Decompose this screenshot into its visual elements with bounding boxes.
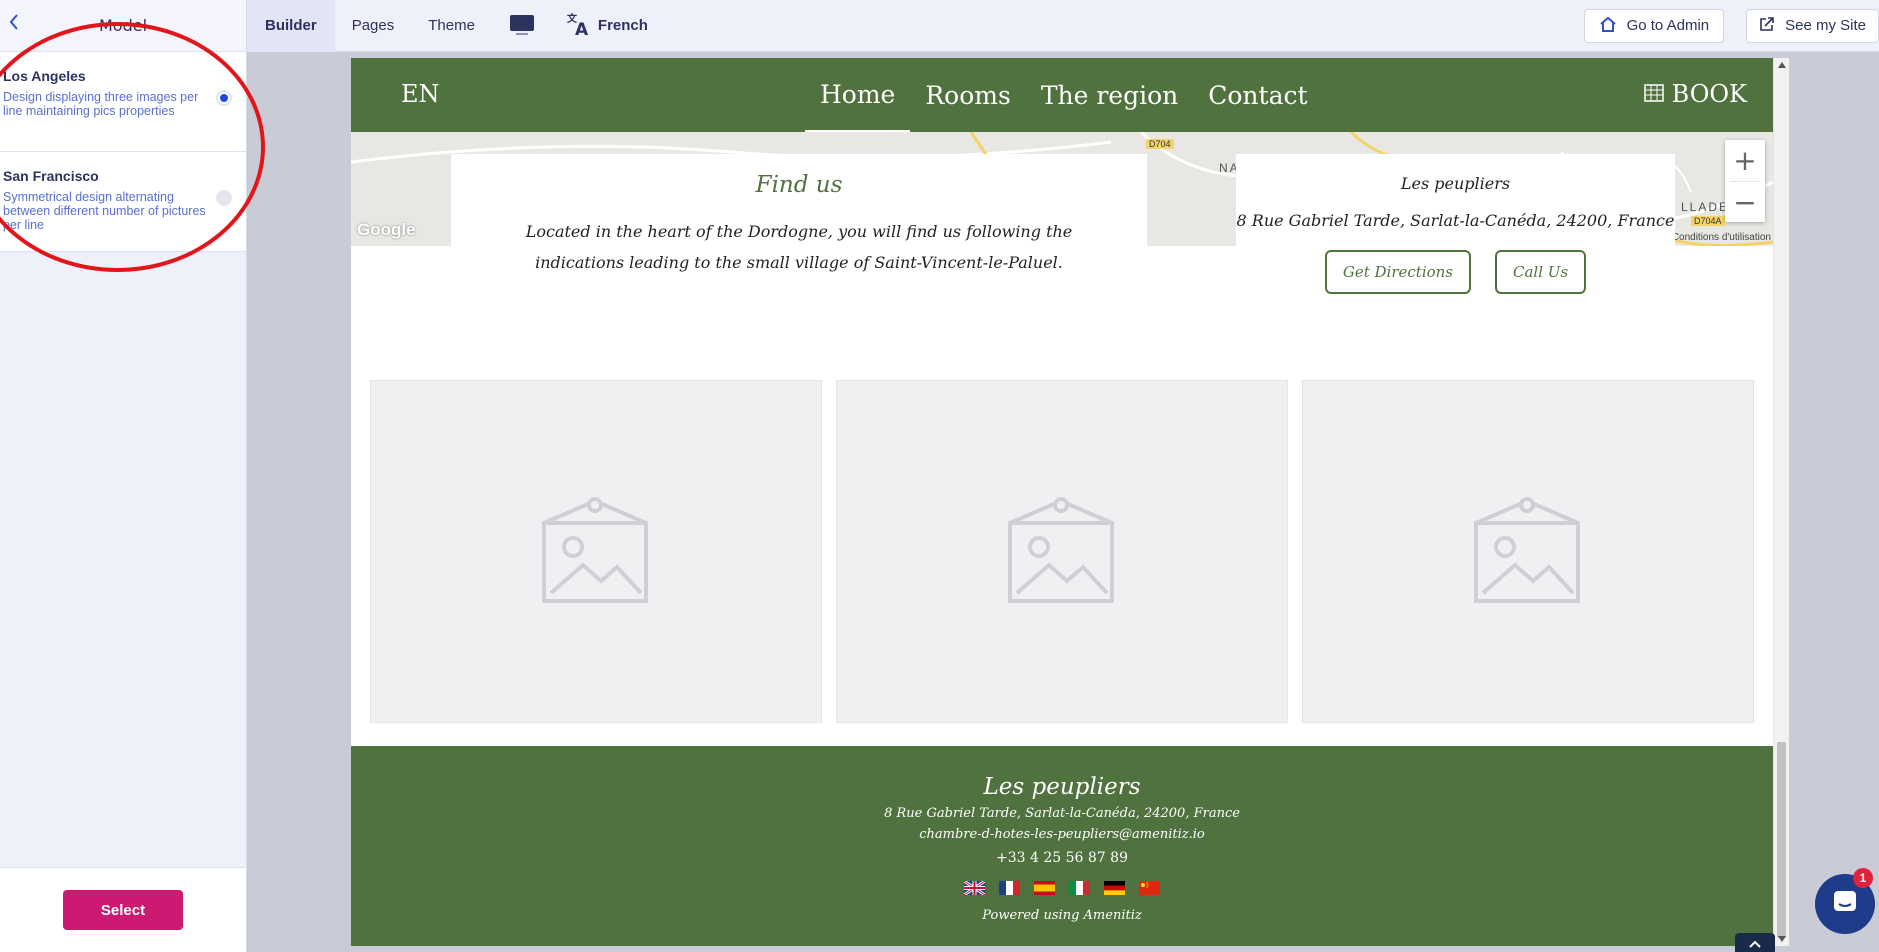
see-my-site-button[interactable]: See my Site [1746,8,1879,43]
spain-flag-icon[interactable] [1034,880,1055,895]
footer-phone[interactable]: +33 4 25 56 87 89 [351,850,1773,866]
collapse-tab[interactable] [1735,933,1775,952]
gallery-image-placeholder[interactable] [1302,380,1754,723]
china-flag-icon[interactable] [1139,880,1160,895]
model-name: Los Angeles [3,68,86,84]
footer-address: 8 Rue Gabriel Tarde, Sarlat-la-Canéda, 2… [884,806,1240,821]
site-header: EN Home Rooms The region Contact BOOK [351,58,1773,132]
gallery-image-placeholder[interactable] [370,380,822,723]
model-option-san-francisco[interactable]: San Francisco Symmetrical design alterna… [0,152,246,252]
book-button[interactable]: BOOK [1643,80,1747,108]
call-us-button[interactable]: Call Us [1495,250,1587,294]
calendar-icon [1643,80,1664,108]
go-to-admin-label: Go to Admin [1626,17,1710,34]
road-label: D704A [1691,216,1725,226]
address-card: Les peupliers 8 Rue Gabriel Tarde, Sarla… [1236,154,1675,334]
chat-badge: 1 [1853,868,1873,888]
image-placeholder-icon [541,495,651,609]
road-label: D704 [1146,139,1174,149]
scroll-up-icon[interactable] [1778,62,1786,68]
chat-launcher[interactable]: 1 [1815,868,1875,934]
model-description: Symmetrical design alternating between d… [3,190,206,232]
menu-home[interactable]: Home [805,58,911,132]
editor-topbar: Builder Pages Theme 文 A French Go to Adm… [247,0,1879,52]
scroll-down-icon[interactable] [1778,936,1786,942]
footer-email[interactable]: chambre-d-hotes-les-peupliers@amenitiz.i… [351,827,1773,842]
model-radio[interactable] [216,190,232,206]
book-label: BOOK [1671,80,1747,108]
external-link-icon [1759,16,1775,36]
model-description: Design displaying three images per line … [3,90,199,118]
sidebar-footer: Select [0,867,246,952]
translate-icon: 文 A [566,11,592,41]
get-directions-button[interactable]: Get Directions [1324,250,1472,294]
address-card-name: Les peupliers [1400,174,1511,193]
go-to-admin-button[interactable]: Go to Admin [1583,8,1725,43]
language-selector[interactable]: 文 A French [552,0,662,52]
tab-pages[interactable]: Pages [335,0,412,52]
tab-builder[interactable]: Builder [247,0,335,52]
footer-name: Les peupliers [983,774,1141,800]
map-zoom-control: + − [1725,140,1765,222]
see-my-site-label: See my Site [1785,17,1866,34]
svg-text:A: A [575,20,589,37]
image-placeholder-icon [1473,495,1583,609]
google-logo: Google [357,220,416,239]
model-option-los-angeles[interactable]: Los Angeles Design displaying three imag… [0,52,246,152]
find-us-text: Located in the heart of the Dordogne, yo… [525,222,1073,272]
map-terms[interactable]: Conditions d'utilisation [1672,232,1771,243]
uk-flag-icon[interactable] [963,879,986,897]
map-place-label: LLADE [1681,200,1730,214]
italy-flag-icon[interactable] [1069,880,1090,895]
france-flag-icon[interactable] [999,880,1020,895]
preview-scrollbar[interactable] [1773,58,1789,946]
address-card-address: 8 Rue Gabriel Tarde, Sarlat-la-Canéda, 2… [1236,211,1675,230]
site-footer: Les peupliers 8 Rue Gabriel Tarde, Sarla… [351,746,1773,946]
scroll-thumb[interactable] [1777,742,1786,938]
select-button[interactable]: Select [63,890,183,930]
model-name: San Francisco [3,168,99,184]
home-icon [1599,16,1617,36]
menu-rooms[interactable]: Rooms [910,58,1025,132]
menu-the-region[interactable]: The region [1026,58,1193,132]
germany-flag-icon[interactable] [1104,880,1125,895]
image-gallery [370,380,1754,723]
sidebar-header: Model [0,0,246,52]
zoom-in-button[interactable]: + [1725,140,1765,181]
tab-theme[interactable]: Theme [411,0,492,52]
gallery-image-placeholder[interactable] [836,380,1288,723]
model-sidebar: Model Los Angeles Design displaying thre… [0,0,247,952]
language-label: French [597,17,648,34]
back-arrow-icon[interactable] [4,10,24,34]
desktop-icon[interactable] [492,0,552,52]
powered-by[interactable]: Powered using Amenitiz [351,908,1773,923]
language-flags [351,879,1773,897]
site-preview: D704 D704A NA LLADE Google Conditions d'… [351,58,1773,946]
site-menu: Home Rooms The region Contact [805,58,1323,132]
sidebar-title: Model [98,16,148,35]
find-us-title: Find us [755,172,843,198]
chat-icon [1831,888,1859,920]
model-radio-selected[interactable] [216,90,232,106]
image-placeholder-icon [1007,495,1117,609]
zoom-out-button[interactable]: − [1725,182,1765,223]
chevron-up-icon [1749,933,1761,952]
menu-contact[interactable]: Contact [1193,58,1322,132]
find-us-card: Find us Located in the heart of the Dord… [451,154,1147,334]
site-language-switch[interactable]: EN [401,80,440,108]
